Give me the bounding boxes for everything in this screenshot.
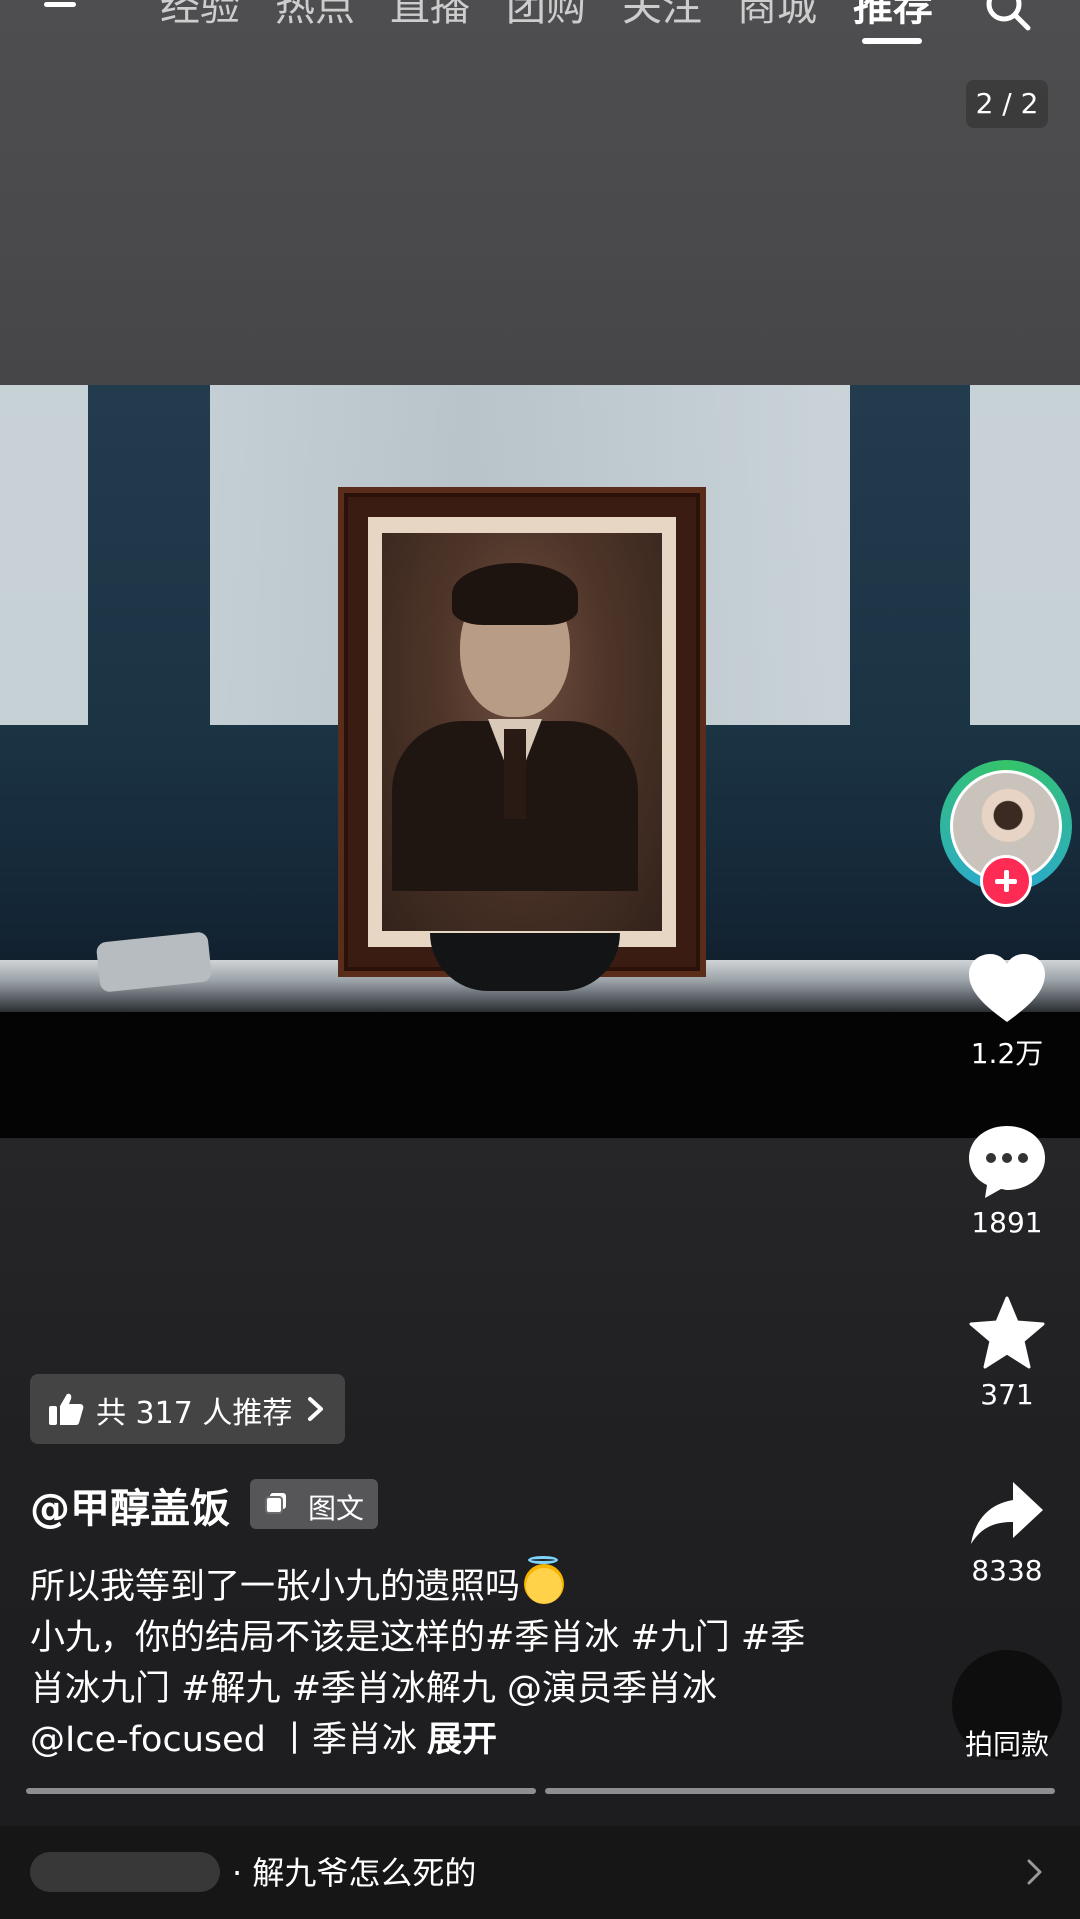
- top-nav: 经验 热点 直播 团购 关注 商城 推荐: [0, 0, 1080, 50]
- active-tab-indicator: [862, 38, 922, 44]
- image-text-icon: [265, 1493, 286, 1514]
- related-search-query: · 解九爷怎么死的: [232, 1854, 477, 1892]
- follow-button[interactable]: [980, 855, 1032, 907]
- same-style-label[interactable]: 拍同款: [940, 1723, 1074, 1763]
- tab-mall[interactable]: 商城: [737, 0, 817, 32]
- halo-smile-emoji-icon: [524, 1556, 565, 1604]
- share-action[interactable]: 8338: [950, 1478, 1064, 1587]
- like-action[interactable]: 1.2万: [950, 950, 1064, 1072]
- tab-recommended[interactable]: 推荐: [853, 0, 933, 32]
- share-icon: [971, 1482, 1043, 1544]
- favorite-action[interactable]: 371: [950, 1294, 1064, 1411]
- image-progress-segment-2: [545, 1788, 1055, 1794]
- tab-following[interactable]: 关注: [622, 0, 702, 32]
- portrait-hair: [452, 563, 578, 625]
- post-type-label: 图文: [308, 1492, 365, 1525]
- portrait-tie: [504, 729, 526, 819]
- shelf-shadow: [0, 1012, 1080, 1138]
- chevron-right-icon: [308, 1397, 323, 1421]
- incense-bowl: [430, 933, 620, 991]
- star-icon: [969, 1296, 1045, 1369]
- tab-group-buy[interactable]: 团购: [506, 0, 586, 32]
- post-caption[interactable]: 所以我等到了一张小九的遗照吗 小九，你的结局不该是这样的#季肖冰 #九门 #季 …: [30, 1556, 850, 1766]
- caption-line: @Ice-focused 丨季肖冰 展开: [30, 1720, 498, 1760]
- comment-icon: [969, 1126, 1045, 1198]
- top-background: [0, 0, 1080, 385]
- recommend-pill[interactable]: 共 317 人推荐: [30, 1374, 345, 1444]
- image-page-counter: 2 / 2: [966, 80, 1048, 128]
- portrait-frame: [338, 487, 706, 977]
- caption-line: 肖冰九门 #解九 #季肖冰解九 @演员季肖冰: [30, 1669, 718, 1709]
- search-icon[interactable]: [982, 0, 1034, 34]
- post-type-tag: 图文: [250, 1479, 378, 1529]
- caption-line: 所以我等到了一张小九的遗照吗: [30, 1556, 850, 1613]
- share-count: 8338: [971, 1554, 1043, 1587]
- image-progress-segment-1: [26, 1788, 536, 1794]
- tab-live[interactable]: 直播: [390, 0, 470, 32]
- author-name[interactable]: @甲醇盖饭: [30, 1476, 230, 1534]
- comment-action[interactable]: 1891: [950, 1122, 1064, 1239]
- caption-line: 小九，你的结局不该是这样的#季肖冰 #九门 #季: [30, 1618, 806, 1658]
- screen-panel-right: [970, 385, 1080, 725]
- tab-hot[interactable]: 热点: [275, 0, 355, 32]
- like-count: 1.2万: [970, 1037, 1044, 1070]
- related-search-bar[interactable]: · 解九爷怎么死的: [0, 1826, 1080, 1919]
- recommend-count: 共 317 人推荐: [96, 1396, 293, 1431]
- thumbs-up-icon: [49, 1393, 84, 1425]
- expand-link[interactable]: 展开: [427, 1720, 497, 1760]
- blurred-label: [30, 1852, 220, 1892]
- frame-mat: [368, 517, 676, 947]
- favorite-count: 371: [980, 1378, 1034, 1411]
- comment-count: 1891: [971, 1206, 1043, 1239]
- menu-icon[interactable]: [44, 0, 78, 14]
- screen-panel-left: [0, 385, 88, 725]
- heart-icon: [969, 954, 1045, 1022]
- post-image[interactable]: [0, 385, 1080, 1138]
- tab-experience[interactable]: 经验: [160, 0, 240, 32]
- portrait-photo: [382, 533, 662, 931]
- chevron-right-icon: [1027, 1859, 1042, 1885]
